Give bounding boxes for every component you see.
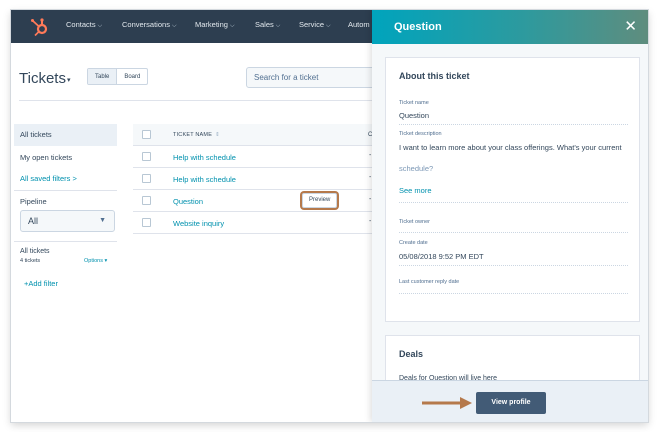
nav-service[interactable]: Service ⌵: [299, 20, 331, 30]
nav-conversations-label: Conversations: [122, 20, 170, 29]
ticket-description-fade: schedule?: [399, 164, 434, 173]
page-title[interactable]: Tickets: [19, 70, 66, 87]
nav-service-label: Service: [299, 20, 325, 29]
view-toggle: Table Board: [87, 68, 149, 85]
ticket-owner-field[interactable]: [399, 232, 628, 233]
table-row: Help with schedule -: [133, 168, 383, 190]
nav-contacts[interactable]: Contacts ⌵: [66, 20, 102, 30]
see-more-link[interactable]: See more: [399, 186, 432, 195]
row-checkbox[interactable]: [142, 196, 151, 205]
panel-header: Question ✕: [372, 10, 648, 44]
sidebar-item-saved-filters[interactable]: All saved filters >: [20, 174, 77, 183]
ticket-count: 4 tickets: [20, 258, 41, 264]
tab-board[interactable]: Board: [117, 69, 147, 84]
nav-automation[interactable]: Autom: [348, 20, 370, 29]
cell-value: -: [369, 196, 372, 203]
nav-sales[interactable]: Sales ⌵: [255, 20, 280, 30]
options-label: Options: [84, 258, 103, 264]
preview-button[interactable]: Preview: [302, 193, 338, 208]
last-reply-label: Last customer reply date: [399, 279, 460, 285]
ticket-name-label: Ticket name: [399, 100, 429, 106]
options-dropdown[interactable]: Options ▾: [84, 258, 107, 264]
ticket-description-label: Ticket description: [399, 131, 442, 137]
pipeline-value: All: [28, 216, 39, 226]
chevron-down-icon: ⌵: [97, 23, 103, 29]
cell-value: -: [369, 152, 372, 159]
ticket-preview-panel: Question ✕ About this ticket Ticket name…: [372, 10, 648, 422]
nav-sales-label: Sales: [255, 20, 274, 29]
table-header: TICKET NAME ⇕ C: [133, 124, 383, 146]
field-underline: [399, 124, 628, 125]
cell-value: -: [369, 218, 372, 225]
ticket-name-value[interactable]: Question: [399, 111, 429, 120]
view-profile-button[interactable]: View profile: [476, 392, 546, 414]
pipeline-label: Pipeline: [20, 197, 47, 206]
select-all-checkbox[interactable]: [142, 130, 151, 139]
chevron-down-icon: ⌵: [275, 23, 281, 29]
ticket-description-value[interactable]: I want to learn more about your class of…: [399, 143, 624, 153]
row-checkbox[interactable]: [142, 218, 151, 227]
table-row: Question Preview -: [133, 190, 383, 212]
table-row: Website inquiry -: [133, 212, 383, 234]
chevron-down-icon: ⌵: [326, 23, 331, 29]
chevron-down-icon: ⌵: [229, 23, 235, 29]
caret-down-icon[interactable]: ▾: [67, 76, 71, 84]
card-title: About this ticket: [399, 71, 470, 81]
ticket-owner-label: Ticket owner: [399, 219, 430, 225]
create-date-value[interactable]: 05/08/2018 9:52 PM EDT: [399, 252, 484, 261]
chevron-down-icon: ⌵: [171, 23, 177, 29]
ticket-name-link[interactable]: Website inquiry: [173, 219, 224, 228]
sort-icon: ⇕: [215, 132, 220, 138]
ticket-name-link[interactable]: Help with schedule: [173, 175, 236, 184]
app-window: Contacts ⌵ Conversations ⌵ Marketing ⌵ Sale…: [11, 10, 648, 422]
column-header-ticket-name[interactable]: TICKET NAME ⇕: [173, 132, 220, 138]
nav-automation-label: Autom: [348, 20, 370, 29]
nav-conversations[interactable]: Conversations ⌵: [122, 20, 177, 30]
sidebar-item-my-open-tickets[interactable]: My open tickets: [20, 153, 72, 162]
arrow-right-icon: [422, 397, 472, 409]
cell-value: -: [369, 174, 372, 181]
close-icon[interactable]: ✕: [624, 17, 637, 35]
view-title: All tickets: [20, 248, 50, 255]
card-title: Deals: [399, 349, 424, 359]
caret-down-icon: ▼: [99, 217, 106, 224]
nav-marketing[interactable]: Marketing ⌵: [195, 20, 235, 30]
tab-table[interactable]: Table: [88, 69, 118, 84]
ticket-name-link[interactable]: Question: [173, 197, 203, 206]
panel-title: Question: [394, 21, 442, 33]
add-filter-link[interactable]: +Add filter: [24, 279, 58, 288]
column-header-label: TICKET NAME: [173, 132, 213, 138]
field-underline: [399, 202, 628, 203]
last-reply-field[interactable]: [399, 293, 628, 294]
nav-contacts-label: Contacts: [66, 20, 96, 29]
table-row: Help with schedule -: [133, 146, 383, 168]
divider: [19, 100, 379, 101]
ticket-name-link[interactable]: Help with schedule: [173, 153, 236, 162]
sidebar-item-all-tickets[interactable]: All tickets: [14, 124, 117, 146]
about-ticket-card: About this ticket Ticket name Question T…: [385, 57, 640, 322]
divider: [14, 241, 117, 242]
divider: [14, 190, 117, 191]
row-checkbox[interactable]: [142, 174, 151, 183]
create-date-label: Create date: [399, 240, 428, 246]
pipeline-select[interactable]: All ▼: [20, 210, 115, 232]
field-underline: [399, 265, 628, 266]
row-checkbox[interactable]: [142, 152, 151, 161]
search-input[interactable]: Search for a ticket: [246, 67, 386, 88]
hubspot-logo-icon[interactable]: [29, 17, 51, 37]
panel-footer: View profile: [372, 380, 648, 422]
nav-marketing-label: Marketing: [195, 20, 228, 29]
caret-down-icon: ▾: [104, 258, 108, 264]
